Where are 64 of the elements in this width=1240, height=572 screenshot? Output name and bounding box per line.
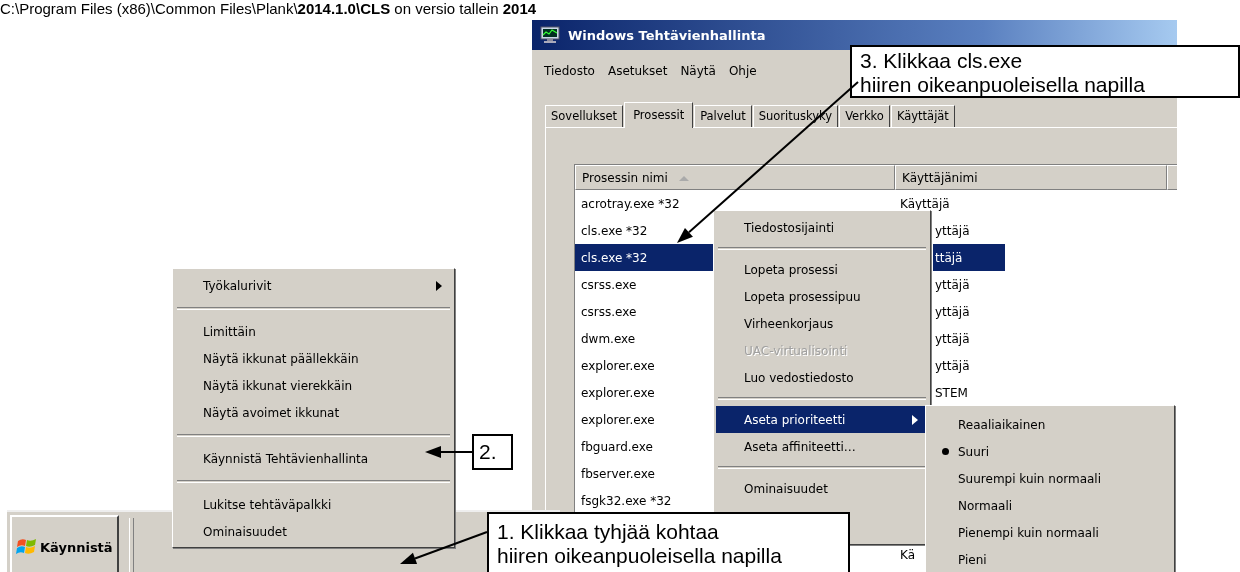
menu-item[interactable]: Ohje xyxy=(728,64,757,80)
table-cell: explorer.exe xyxy=(581,358,655,373)
table-cell: fbserver.exe xyxy=(581,466,655,481)
table-cell: dwm.exe xyxy=(581,331,636,346)
table-cell: yttäjä xyxy=(935,358,970,373)
table-cell: explorer.exe xyxy=(581,412,655,427)
windows-flag-icon xyxy=(16,537,38,557)
callout-text: hiiren oikeanpuoleisella napilla xyxy=(497,544,783,568)
table-cell: fbguard.exe xyxy=(581,439,653,454)
callout-text: hiiren oikeanpuoleisella napilla xyxy=(860,73,1146,97)
menu-item[interactable]: Asetukset xyxy=(607,64,668,80)
callout-text: 2. xyxy=(479,440,498,464)
table-cell: explorer.exe xyxy=(581,385,655,400)
monitor-icon xyxy=(540,26,560,44)
caption-text: C:\Program Files (x86)\Common Files\Plank\2014.1.0\CLS on versio tallein 2014 xyxy=(0,0,537,18)
start-button[interactable]: Käynnistä xyxy=(10,515,119,572)
menu-item[interactable]: Reaaliaikainen xyxy=(928,411,1172,438)
table-cell: cls.exe *32 xyxy=(581,223,648,238)
menu-item[interactable]: Tiedostosijainti xyxy=(716,214,928,241)
column-header[interactable]: Prosessin nimi xyxy=(575,165,895,190)
taskbar-grip[interactable] xyxy=(128,518,134,572)
tab[interactable]: Prosessit xyxy=(624,102,694,128)
table-cell: yttäjä xyxy=(935,277,970,292)
table-cell: yttäjä xyxy=(935,304,970,319)
table-cell: STEM xyxy=(935,385,968,400)
tab[interactable]: Käyttäjät xyxy=(890,105,955,127)
window-title: Windows Tehtävienhallinta xyxy=(568,27,766,43)
menu-item[interactable]: Näytä ikkunat päällekkäin xyxy=(175,345,452,372)
table-cell: Käyttäjä xyxy=(900,196,950,211)
table-cell: fsgk32.exe *32 xyxy=(581,493,672,508)
menu-item[interactable]: Työkalurivit xyxy=(175,272,452,299)
sort-arrow-icon xyxy=(677,173,690,182)
menu-item[interactable]: Käynnistä Tehtävienhallinta xyxy=(175,445,452,472)
menu-item[interactable]: Suurempi kuin normaali xyxy=(928,465,1172,492)
menu-item[interactable]: Normaali xyxy=(928,492,1172,519)
table-cell: yttäjä xyxy=(935,331,970,346)
menu-item[interactable]: Näytä xyxy=(680,64,716,80)
menu-item[interactable]: Ominaisuudet xyxy=(716,475,928,502)
tab[interactable]: Verkko xyxy=(839,105,890,127)
menu-item[interactable]: Lukitse tehtäväpalkki xyxy=(175,491,452,518)
table-cell: Kä xyxy=(900,547,915,562)
menu-item[interactable]: Tiedosto xyxy=(544,64,595,80)
table-cell: acrotray.exe *32 xyxy=(581,196,680,211)
menu-item[interactable]: Aseta prioriteetti xyxy=(716,406,928,433)
column-header[interactable]: Käyttäjänimi xyxy=(895,165,1167,190)
table-cell: csrss.exe xyxy=(581,277,637,292)
menu-item[interactable]: Luo vedostiedosto xyxy=(716,364,928,391)
tab[interactable]: Sovellukset xyxy=(545,105,624,127)
menu-item[interactable]: Näytä ikkunat vierekkäin xyxy=(175,372,452,399)
menu-item[interactable]: Virheenkorjaus xyxy=(716,310,928,337)
table-cell: yttäjä xyxy=(935,223,970,238)
menu-item[interactable]: Lopeta prosessipuu xyxy=(716,283,928,310)
table-cell: csrss.exe xyxy=(581,304,637,319)
menu-item[interactable]: Pieni xyxy=(928,546,1172,572)
menu-item[interactable]: Näytä avoimet ikkunat xyxy=(175,399,452,426)
menu-item[interactable]: Ominaisuudet xyxy=(175,518,452,545)
callout-text: 1. Klikkaa tyhjää kohtaa xyxy=(497,520,720,544)
menu-item[interactable]: Limittäin xyxy=(175,318,452,345)
table-cell: ttäjä xyxy=(933,244,1005,271)
tab[interactable]: Palvelut xyxy=(694,105,752,127)
callout-text: 3. Klikkaa cls.exe xyxy=(860,49,1024,73)
menu-item[interactable]: Suuri xyxy=(928,438,1172,465)
menu-item[interactable]: Aseta affiniteetti… xyxy=(716,433,928,460)
menu-item[interactable]: Pienempi kuin normaali xyxy=(928,519,1172,546)
